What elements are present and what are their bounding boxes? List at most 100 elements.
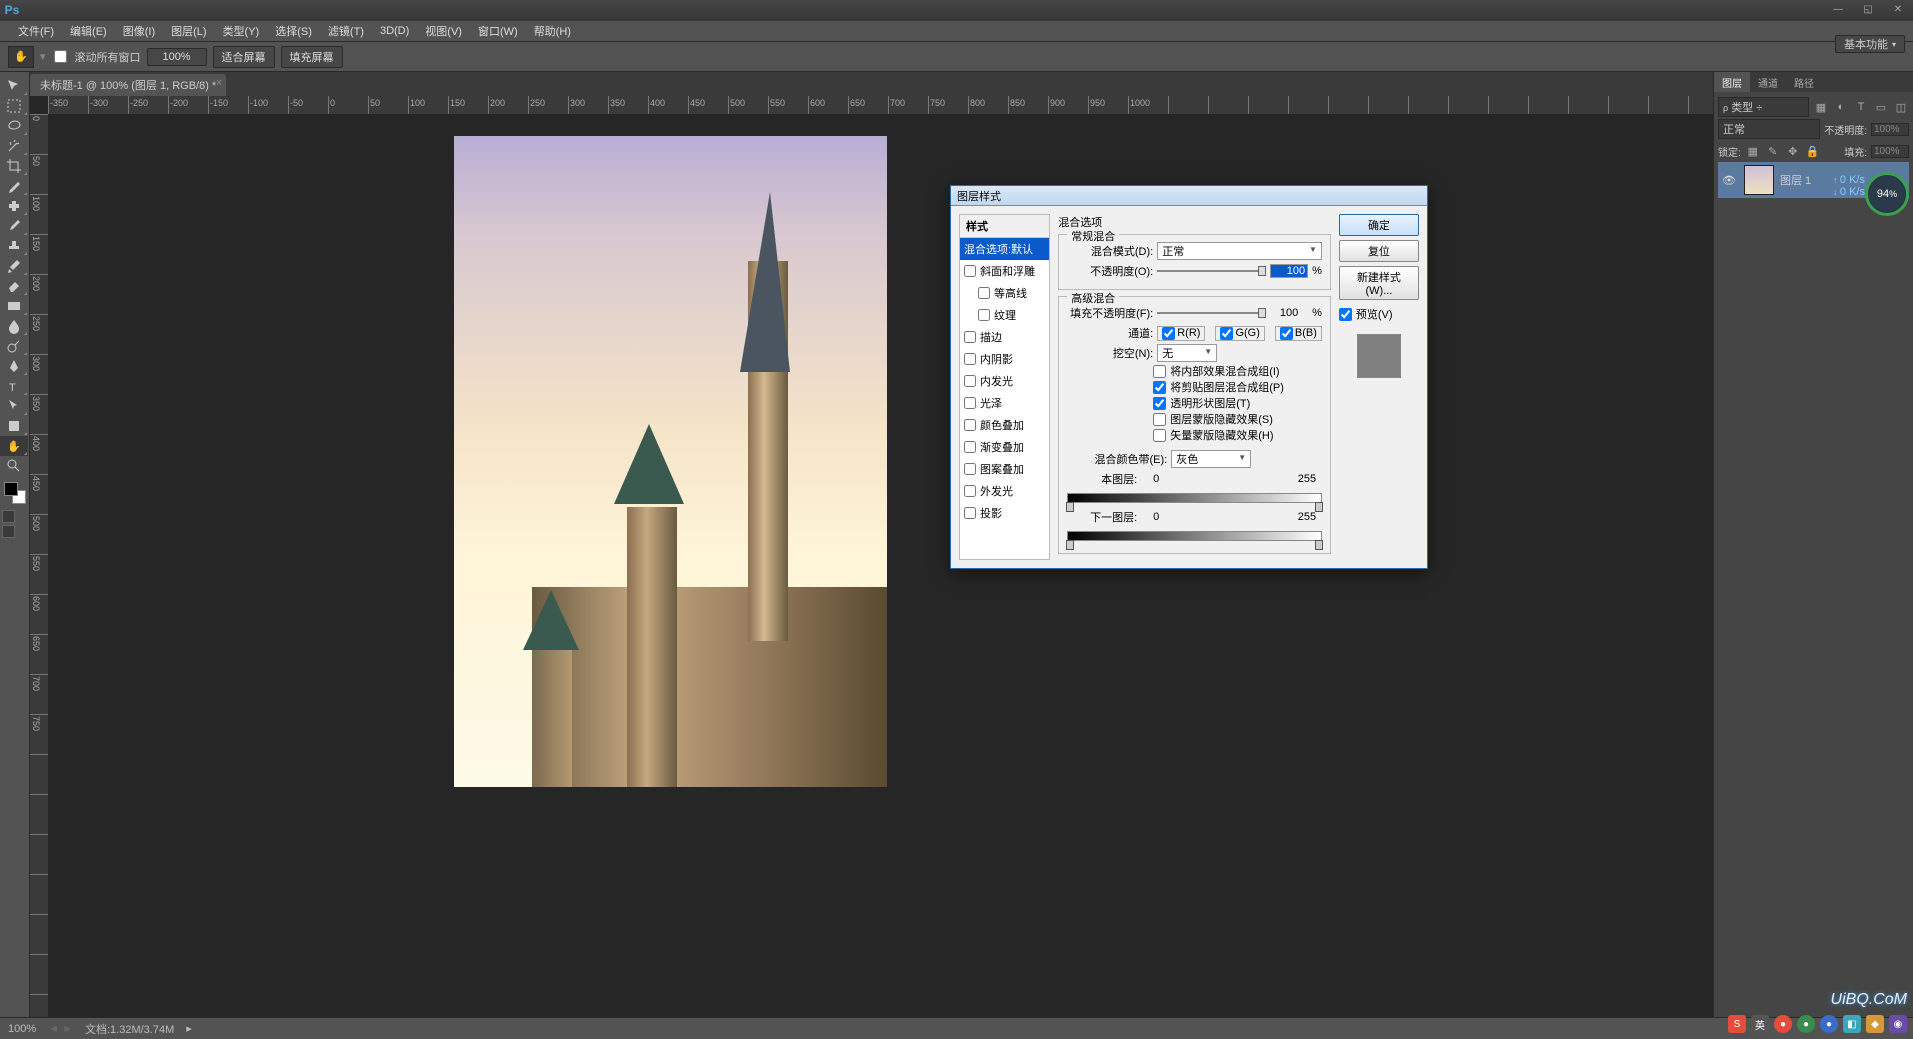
channel-r[interactable]: R(R) — [1157, 326, 1205, 341]
menu-3d[interactable]: 3D(D) — [372, 25, 417, 37]
marquee-tool[interactable] — [0, 96, 28, 116]
this-layer-gradient[interactable] — [1067, 493, 1322, 503]
crop-tool[interactable] — [0, 156, 28, 176]
fit-screen-button[interactable]: 适合屏幕 — [213, 46, 275, 68]
stamp-tool[interactable] — [0, 236, 28, 256]
opacity-value[interactable]: 100% — [1871, 123, 1909, 136]
style-item[interactable]: 内阴影 — [960, 348, 1049, 370]
menu-help[interactable]: 帮助(H) — [526, 23, 579, 39]
lock-pixels-icon[interactable]: ▦ — [1745, 143, 1761, 159]
window-close[interactable]: ✕ — [1883, 0, 1913, 18]
status-zoom[interactable]: 100% — [8, 1023, 36, 1035]
zoom-100-button[interactable]: 100% — [147, 48, 207, 66]
ime-lang[interactable]: 英 — [1751, 1015, 1769, 1033]
canvas[interactable] — [454, 136, 887, 787]
new-style-button[interactable]: 新建样式(W)... — [1339, 266, 1419, 300]
layer-filter-kind[interactable]: ρ 类型 ÷ — [1718, 97, 1809, 117]
history-brush-tool[interactable] — [0, 256, 28, 276]
type-tool[interactable]: T — [0, 376, 28, 396]
lock-all-icon[interactable]: 🔒 — [1805, 143, 1821, 159]
filter-smart-icon[interactable]: ◫ — [1893, 99, 1909, 115]
screenmode-toggle[interactable] — [2, 525, 15, 538]
filter-image-icon[interactable]: ▦ — [1813, 99, 1829, 115]
tray-icon-3[interactable]: ● — [1820, 1015, 1838, 1033]
style-item[interactable]: 图案叠加 — [960, 458, 1049, 480]
menu-layer[interactable]: 图层(L) — [163, 23, 214, 39]
tray-icon-6[interactable]: ◉ — [1889, 1015, 1907, 1033]
ruler-horizontal[interactable]: -350-300-250-200-150-100-500501001502002… — [48, 96, 1713, 114]
knockout-dropdown[interactable]: 无 — [1157, 344, 1217, 362]
menu-file[interactable]: 文件(F) — [10, 23, 62, 39]
gradient-tool[interactable] — [0, 296, 28, 316]
blur-tool[interactable] — [0, 316, 28, 336]
ime-icon[interactable]: S — [1728, 1015, 1746, 1033]
scroll-all-checkbox[interactable] — [54, 50, 67, 63]
menu-edit[interactable]: 编辑(E) — [62, 23, 115, 39]
ok-button[interactable]: 确定 — [1339, 214, 1419, 236]
pen-tool[interactable] — [0, 356, 28, 376]
fill-screen-button[interactable]: 填充屏幕 — [281, 46, 343, 68]
heal-tool[interactable] — [0, 196, 28, 216]
menu-window[interactable]: 窗口(W) — [470, 23, 526, 39]
dodge-tool[interactable] — [0, 336, 28, 356]
menu-type[interactable]: 类型(Y) — [215, 23, 268, 39]
blendif-dropdown[interactable]: 灰色 — [1171, 450, 1251, 468]
window-minimize[interactable]: — — [1823, 0, 1853, 18]
dialog-title[interactable]: 图层样式 — [951, 186, 1427, 206]
layer-name[interactable]: 图层 1 — [1780, 172, 1811, 188]
lock-move-icon[interactable]: ✥ — [1785, 143, 1801, 159]
visibility-icon[interactable]: 👁 — [1720, 174, 1738, 187]
wand-tool[interactable] — [0, 136, 28, 156]
tray-icon-4[interactable]: ◧ — [1843, 1015, 1861, 1033]
tray-icon-5[interactable]: ◆ — [1866, 1015, 1884, 1033]
tab-paths[interactable]: 路径 — [1786, 72, 1822, 92]
adv-check[interactable]: 将内部效果混合成组(I) — [1153, 363, 1322, 379]
tray-icon-2[interactable]: ● — [1797, 1015, 1815, 1033]
style-item[interactable]: 等高线 — [960, 282, 1049, 304]
fill-opacity-slider[interactable] — [1157, 306, 1266, 320]
cancel-button[interactable]: 复位 — [1339, 240, 1419, 262]
menu-view[interactable]: 视图(V) — [417, 23, 470, 39]
menu-filter[interactable]: 滤镜(T) — [320, 23, 372, 39]
document-tab[interactable]: 未标题-1 @ 100% (图层 1, RGB/8) * × — [30, 74, 226, 96]
opacity-input[interactable] — [1270, 264, 1308, 278]
style-item[interactable]: 外发光 — [960, 480, 1049, 502]
path-select-tool[interactable] — [0, 396, 28, 416]
style-item[interactable]: 混合选项:默认 — [960, 238, 1049, 260]
window-maximize[interactable]: ◱ — [1853, 0, 1883, 18]
blend-mode-dropdown[interactable]: 正常 — [1157, 242, 1322, 260]
shape-tool[interactable] — [0, 416, 28, 436]
adv-check[interactable]: 矢量蒙版隐藏效果(H) — [1153, 427, 1322, 443]
ruler-vertical[interactable]: 0501001502002503003504004505005506006507… — [30, 114, 48, 1017]
style-item[interactable]: 纹理 — [960, 304, 1049, 326]
channel-b[interactable]: B(B) — [1275, 326, 1322, 341]
channel-g[interactable]: G(G) — [1215, 326, 1264, 341]
preview-checkbox[interactable]: 预览(V) — [1339, 306, 1419, 322]
tab-layers[interactable]: 图层 — [1714, 72, 1750, 92]
style-item[interactable]: 描边 — [960, 326, 1049, 348]
workspace-picker[interactable]: 基本功能 ▾ — [1835, 35, 1905, 53]
menu-select[interactable]: 选择(S) — [267, 23, 320, 39]
adv-check[interactable]: 将剪贴图层混合成组(P) — [1153, 379, 1322, 395]
lock-position-icon[interactable]: ✎ — [1765, 143, 1781, 159]
move-tool[interactable] — [0, 76, 28, 96]
filter-adjust-icon[interactable]: ◐ — [1833, 99, 1849, 115]
quickmask-toggle[interactable] — [2, 510, 15, 523]
style-item[interactable]: 光泽 — [960, 392, 1049, 414]
zoom-tool[interactable] — [0, 456, 28, 476]
opacity-slider[interactable] — [1157, 264, 1266, 278]
style-item[interactable]: 颜色叠加 — [960, 414, 1049, 436]
adv-check[interactable]: 透明形状图层(T) — [1153, 395, 1322, 411]
brush-tool[interactable] — [0, 216, 28, 236]
hand-tool-icon[interactable]: ✋ — [8, 46, 34, 68]
filter-type-icon[interactable]: T — [1853, 99, 1869, 115]
under-layer-gradient[interactable] — [1067, 531, 1322, 541]
eraser-tool[interactable] — [0, 276, 28, 296]
fill-opacity-value[interactable]: 100 — [1270, 307, 1308, 319]
blend-mode-select[interactable]: 正常 — [1718, 119, 1820, 139]
style-item[interactable]: 渐变叠加 — [960, 436, 1049, 458]
style-item[interactable]: 内发光 — [960, 370, 1049, 392]
eyedropper-tool[interactable] — [0, 176, 28, 196]
layer-thumbnail[interactable] — [1744, 165, 1774, 195]
status-docinfo[interactable]: 文档:1.32M/3.74M — [85, 1021, 174, 1037]
